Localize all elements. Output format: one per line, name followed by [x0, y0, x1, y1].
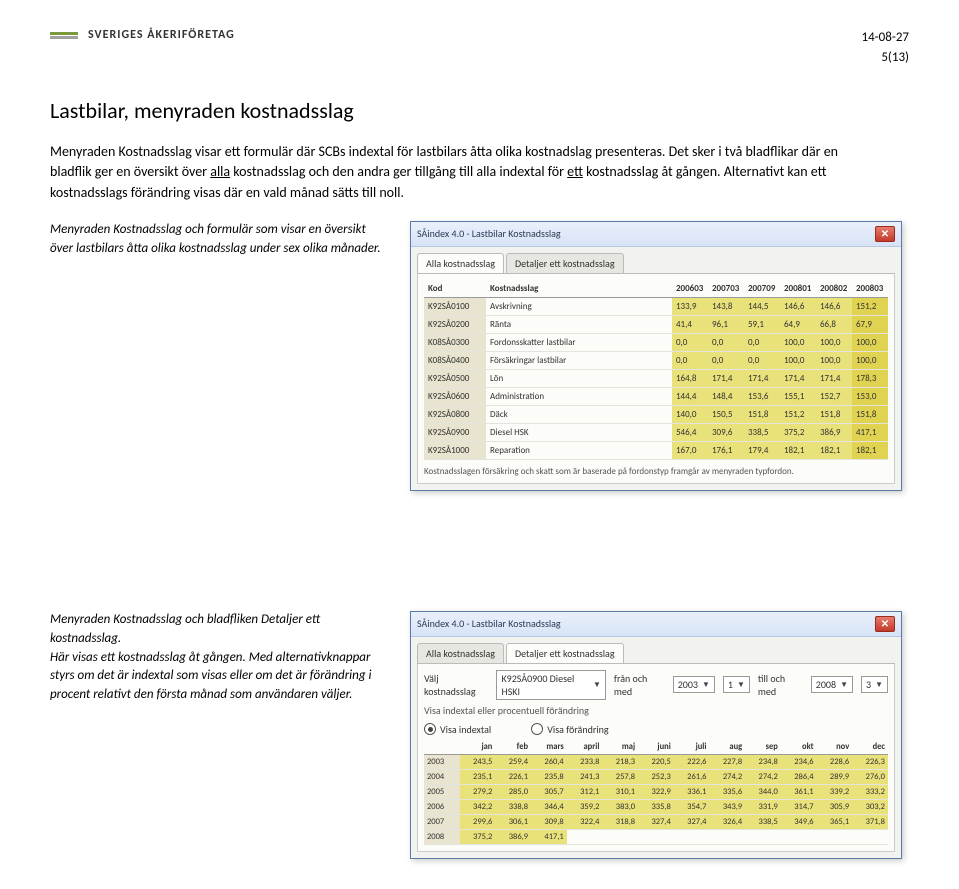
col-slag: Kostnadsslag: [486, 280, 672, 298]
chevron-down-icon: ▼: [875, 680, 883, 690]
select-from-month[interactable]: 1▼: [723, 676, 750, 693]
radio-visa-forandring[interactable]: Visa förändring: [531, 723, 608, 736]
label-to: till och med: [758, 672, 803, 698]
select-kostnadsslag[interactable]: K92SÅ0900 Diesel HSKI ▼: [496, 670, 605, 700]
table-row: K92SÅ0100Avskrivning133,9143,8144,5146,6…: [424, 297, 888, 315]
table-row: K08SÅ0400Försäkringar lastbilar0,00,00,0…: [424, 351, 888, 369]
detail-table: janfebmarsaprilmajjunijuliaugsepoktnovde…: [424, 740, 888, 845]
window-title: SÅindex 4.0 - Lastbilar Kostnadsslag: [417, 227, 561, 240]
tab-alla-kostnadsslag[interactable]: Alla kostnadsslag: [417, 253, 504, 273]
close-icon[interactable]: ✕: [875, 616, 895, 632]
table-row: K92SÅ1000Reparation167,0176,1179,4182,11…: [424, 441, 888, 459]
table-row: K08SÅ0300Fordonsskatter lastbilar0,00,00…: [424, 333, 888, 351]
radio-visa-indextal[interactable]: Visa indextal: [424, 723, 491, 736]
col-kod: Kod: [424, 280, 486, 298]
table-row: 2008375,2386,9417,1: [424, 829, 888, 844]
table-row: 2006342,2338,8346,4359,2383,0335,8354,73…: [424, 799, 888, 814]
table-row: K92SÅ0800Däck140,0150,5151,8151,2151,815…: [424, 405, 888, 423]
table-row: K92SÅ0900Diesel HSK546,4309,6338,5375,23…: [424, 423, 888, 441]
caption-1: Menyraden Kostnadsslag och formulär som …: [50, 221, 390, 259]
table-row: K92SÅ0200Ränta41,496,159,164,966,867,9: [424, 315, 888, 333]
logo-mark-icon: [50, 32, 78, 39]
table-row: 2003243,5259,4260,4233,8218,3220,5222,62…: [424, 754, 888, 769]
chevron-down-icon: ▼: [702, 680, 710, 690]
label-valj: Välj kostnadsslag: [424, 672, 488, 698]
table-row: 2004235,1226,1235,8241,3257,8252,3261,62…: [424, 769, 888, 784]
header-meta: 14-08-27 5(13): [862, 28, 910, 67]
overview-footnote: Kostnadsslagen försäkring och skatt som …: [424, 460, 888, 477]
tab-alla-kostnadsslag[interactable]: Alla kostnadsslag: [417, 643, 504, 663]
header-page: 5(13): [862, 48, 910, 68]
brand-name: SVERIGES ÅKERIFÖRETAG: [88, 28, 235, 42]
close-icon[interactable]: ✕: [875, 226, 895, 242]
table-row: K92SÅ0500Lön164,8171,4171,4171,4171,4178…: [424, 369, 888, 387]
select-to-month[interactable]: 3▼: [861, 676, 888, 693]
chevron-down-icon: ▼: [737, 680, 745, 690]
table-row: 2005279,2285,0305,7312,1310,1322,9336,13…: [424, 784, 888, 799]
select-from-year[interactable]: 2003▼: [673, 676, 715, 693]
intro-paragraph: Menyraden Kostnadsslag visar ett formulä…: [50, 142, 870, 203]
chevron-down-icon: ▼: [840, 680, 848, 690]
table-row: 2007299,6306,1309,8322,4318,8327,4327,43…: [424, 814, 888, 829]
overview-table: Kod Kostnadsslag 200603 200703 200709 20…: [424, 280, 888, 460]
brand-logo: SVERIGES ÅKERIFÖRETAG: [50, 28, 235, 42]
tab-detaljer[interactable]: Detaljer ett kostnadsslag: [506, 643, 624, 663]
tab-detaljer[interactable]: Detaljer ett kostnadsslag: [506, 253, 624, 273]
radio-dot-icon: [424, 723, 436, 735]
window-title: SÅindex 4.0 - Lastbilar Kostnadsslag: [417, 617, 561, 630]
caption-2: Menyraden Kostnadsslag och bladfliken De…: [50, 611, 390, 705]
page-title: Lastbilar, menyraden kostnadsslag: [50, 97, 909, 124]
chevron-down-icon: ▼: [593, 680, 601, 690]
label-visa: Visa indextal eller procentuell förändri…: [424, 704, 589, 717]
window-kostnadsslag-overview: SÅindex 4.0 - Lastbilar Kostnadsslag ✕ A…: [410, 221, 902, 491]
table-row: K92SÅ0600Administration144,4148,4153,615…: [424, 387, 888, 405]
window-kostnadsslag-detail: SÅindex 4.0 - Lastbilar Kostnadsslag ✕ A…: [410, 611, 902, 859]
header-date: 14-08-27: [862, 28, 910, 48]
radio-dot-icon: [531, 723, 543, 735]
select-to-year[interactable]: 2008▼: [811, 676, 853, 693]
label-from: från och med: [614, 672, 665, 698]
